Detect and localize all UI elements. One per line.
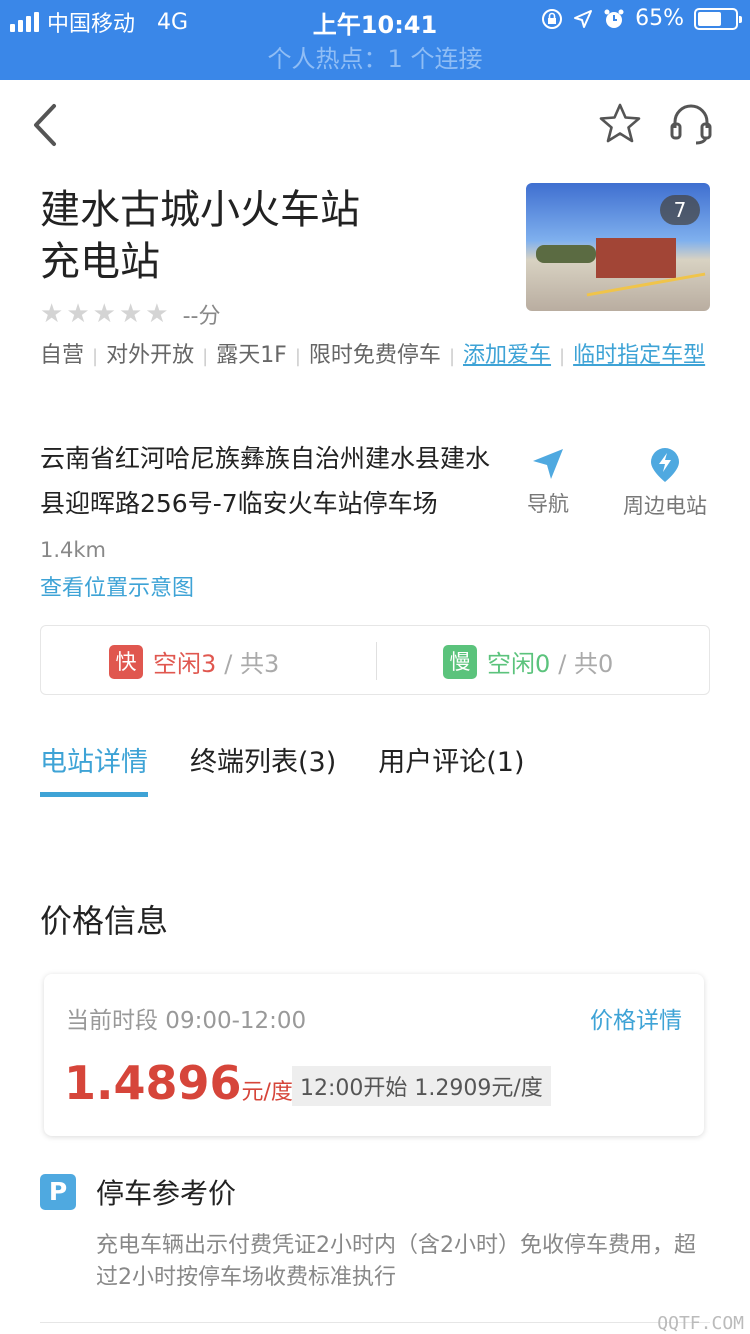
station-title-line2: 充电站 <box>40 239 160 285</box>
parking-title: 停车参考价 <box>96 1177 237 1210</box>
battery-icon <box>694 7 742 30</box>
status-bar: 中国移动 4G 上午10:41 65% <box>0 0 750 40</box>
fast-badge: 快 <box>109 644 143 679</box>
price-period: 当前时段 09:00-12:00 <box>66 1008 307 1034</box>
slow-charger-status[interactable]: 慢 空闲0 / 共0 <box>443 644 613 679</box>
back-icon[interactable] <box>28 100 68 150</box>
station-title-line1: 建水古城小火车站 <box>40 187 360 233</box>
station-title: 建水古城小火车站 充电站 <box>40 184 490 288</box>
next-price: 12:00开始 1.2909元/度 <box>292 1066 551 1106</box>
star-icon: ★ <box>92 299 116 329</box>
rating-stars: ★ ★ ★ ★ ★ <box>40 299 169 329</box>
tag-separator: | <box>202 346 209 367</box>
tag-separator: | <box>448 346 456 367</box>
star-icon: ★ <box>118 299 143 329</box>
star-icon: ★ <box>40 299 64 329</box>
address-text: 云南省红河哈尼族彝族自治州建水县建水县迎晖路256号-7临安火车站停车场 <box>40 444 491 518</box>
navigate-button[interactable]: 导航 <box>518 446 578 518</box>
tab-terminal-list[interactable]: 终端列表(3) <box>190 740 336 791</box>
price-detail-link[interactable]: 价格详情 <box>590 1001 682 1035</box>
parking-description: 充电车辆出示付费凭证2小时内（含2小时）免收停车费用，超过2小时按停车场收费标准… <box>96 1233 696 1290</box>
photo-trees <box>536 245 596 263</box>
navigate-label: 导航 <box>527 492 569 516</box>
station-tags: 自营 | 对外开放 | 露天1F | 限时免费停车 | 添加爱车 | 临时指定车型 <box>40 340 710 373</box>
battery-fill <box>698 11 722 26</box>
hotspot-banner[interactable]: 个人热点：1 个连接 <box>0 40 750 80</box>
navigate-icon <box>533 449 563 479</box>
price-value: 1.4896 <box>64 1056 242 1110</box>
fast-free: 空闲3 <box>153 650 217 678</box>
station-photo[interactable]: 7 <box>526 183 710 311</box>
parking-icon: P <box>40 1174 76 1210</box>
divider <box>40 1322 710 1323</box>
tag-separator: | <box>294 346 301 367</box>
tag-outdoor: 露天1F <box>216 343 287 368</box>
charger-summary: 快 空闲3 / 共3 慢 空闲0 / 共0 <box>40 625 710 695</box>
location-arrow-icon <box>574 9 593 28</box>
price-card: 当前时段 09:00-12:00 价格详情 1.4896元/度 12:00开始 … <box>44 974 704 1136</box>
distance: 1.4km <box>40 538 107 562</box>
price-section-title: 价格信息 <box>40 902 169 940</box>
nav-bar <box>0 80 750 175</box>
tab-bar: 电站详情 终端列表(3) 用户评论(1) <box>40 740 525 797</box>
photo-building <box>596 238 676 278</box>
tab-user-reviews[interactable]: 用户评论(1) <box>378 740 524 791</box>
battery-percent: 65% <box>635 6 684 31</box>
rotation-lock-icon <box>542 8 563 29</box>
rating-score: --分 <box>182 304 221 329</box>
tab-station-details[interactable]: 电站详情 <box>40 740 148 797</box>
star-icon: ★ <box>66 299 90 329</box>
fast-charger-status[interactable]: 快 空闲3 / 共3 <box>109 644 279 679</box>
station-address: 云南省红河哈尼族彝族自治州建水县建水县迎晖路256号-7临安火车站停车场 1.4… <box>40 436 500 573</box>
slow-badge: 慢 <box>443 644 477 679</box>
tag-separator: | <box>92 346 99 367</box>
status-right: 65% <box>541 6 742 31</box>
fast-total: / 共3 <box>224 650 280 678</box>
add-car-link[interactable]: 添加爱车 <box>463 343 551 368</box>
price-unit: 元/度 <box>241 1080 293 1105</box>
temp-model-link[interactable]: 临时指定车型 <box>573 343 705 368</box>
customer-service-icon[interactable] <box>668 102 714 146</box>
slow-total: / 共0 <box>558 650 614 678</box>
charging-pin-icon <box>651 448 679 482</box>
nearby-stations-button[interactable]: 周边电站 <box>615 446 715 520</box>
star-icon: ★ <box>145 299 169 329</box>
charger-divider <box>376 642 377 680</box>
tag-self-operated: 自营 <box>40 343 85 368</box>
slow-free: 空闲0 <box>487 650 551 678</box>
nearby-label: 周边电站 <box>623 494 707 518</box>
tag-public: 对外开放 <box>106 343 195 368</box>
tag-free-parking: 限时免费停车 <box>308 343 441 368</box>
map-diagram-link[interactable]: 查看位置示意图 <box>40 570 194 602</box>
current-price: 1.4896元/度 <box>64 1056 293 1110</box>
watermark: QQTF.COM <box>657 1313 744 1334</box>
rating: ★ ★ ★ ★ ★ --分 <box>40 298 220 330</box>
favorite-star-icon[interactable] <box>598 102 642 146</box>
alarm-icon <box>604 9 624 28</box>
photo-count-badge: 7 <box>660 195 700 225</box>
tag-separator: | <box>559 346 566 367</box>
